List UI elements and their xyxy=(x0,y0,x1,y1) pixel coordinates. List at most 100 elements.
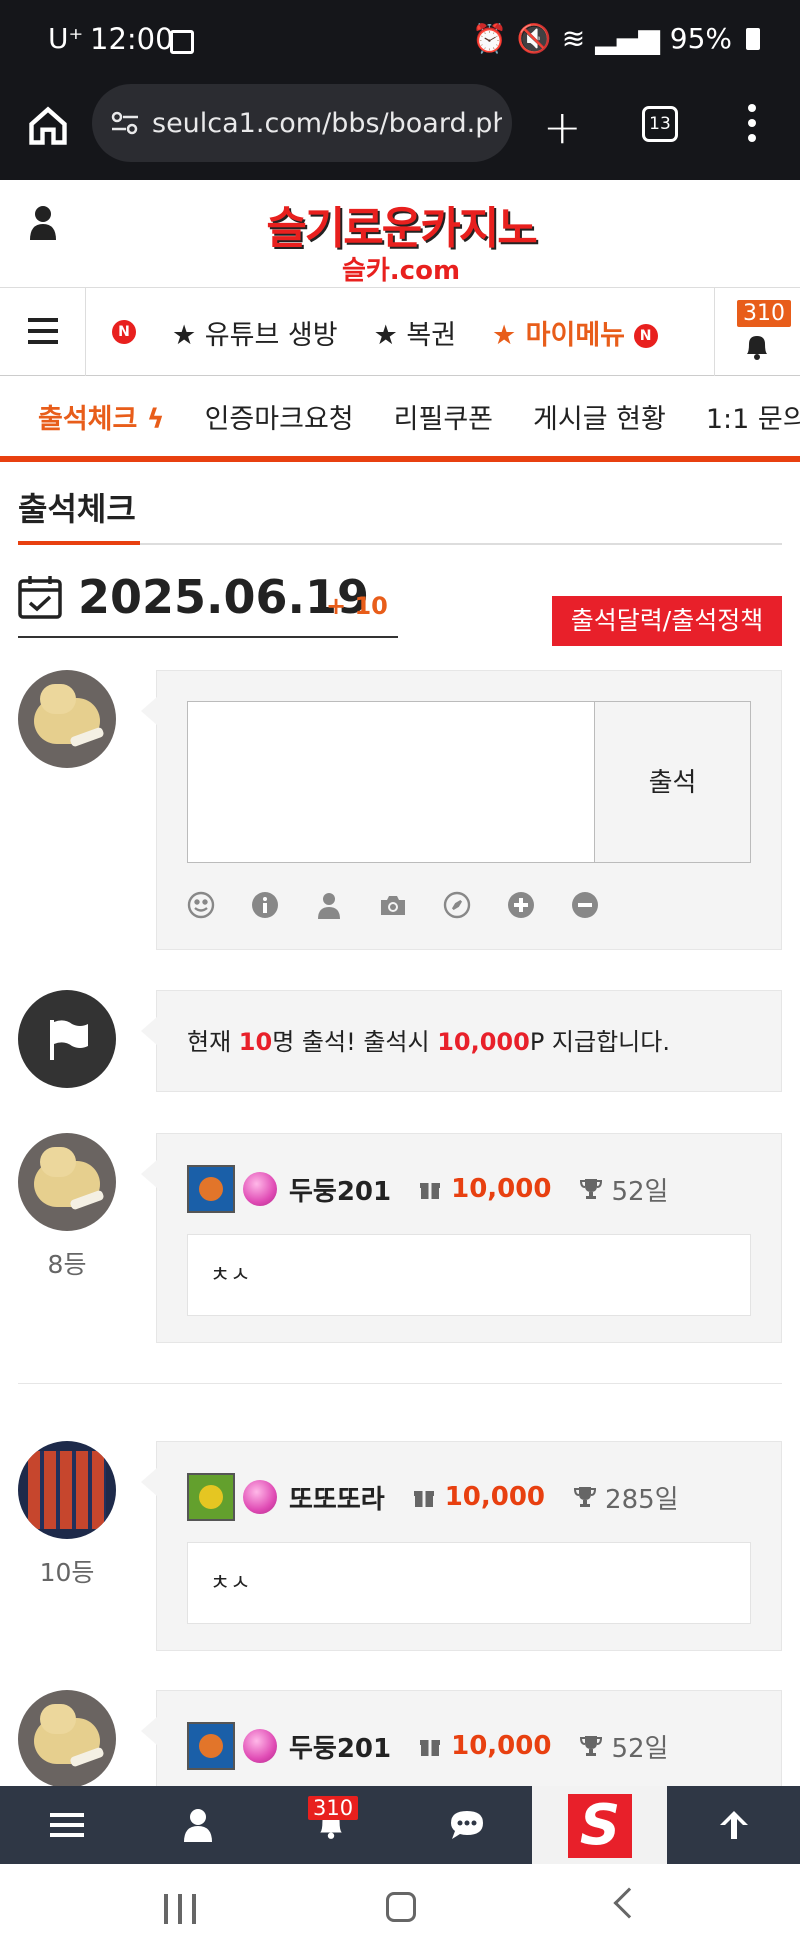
tab-count-button[interactable]: 13 xyxy=(642,106,678,142)
sub-nav-attendance-label: 출석체크 xyxy=(38,403,138,435)
compose-toolbar xyxy=(187,891,599,919)
date-row: 2025.06.19 + 10 xyxy=(18,570,398,638)
entry-meta: 두둥201 10,000 52일 xyxy=(187,1164,668,1214)
status-bar: U⁺ 12:00 ⏰ 🔇 ≋ ▂▄▆ 95% xyxy=(0,0,800,84)
camera-icon[interactable] xyxy=(379,891,407,919)
browser-menu-icon[interactable] xyxy=(748,104,756,149)
new-badge: N xyxy=(112,320,136,344)
site-s-logo-icon: S xyxy=(568,1794,632,1858)
battery-icon xyxy=(746,27,760,50)
sub-nav-inquiry[interactable]: 1:1 문의 xyxy=(706,397,800,436)
user-icon[interactable] xyxy=(315,891,343,919)
entry-days: 52일 xyxy=(611,1176,669,1207)
plus-circle-icon[interactable] xyxy=(507,891,535,919)
user-icon xyxy=(184,1809,212,1842)
notification-count-badge: 310 xyxy=(308,1796,359,1820)
arrow-up-icon xyxy=(720,1811,748,1839)
member-nickname[interactable]: 또또또라 xyxy=(289,1479,385,1516)
url-text[interactable]: seulca1.com/bbs/board.php xyxy=(152,108,502,139)
sub-nav-post-status[interactable]: 게시글 현황 xyxy=(533,397,666,436)
notice-count: 10 xyxy=(238,1028,273,1056)
battery-level: 95% xyxy=(669,22,732,55)
member-avatar-icon xyxy=(187,1722,235,1770)
new-badge: N xyxy=(633,324,658,348)
notice-suffix: P 지급합니다. xyxy=(529,1028,670,1056)
page-title: 출석체크 xyxy=(18,490,136,528)
back-icon[interactable] xyxy=(613,1887,645,1919)
attendance-submit-button[interactable]: 출석 xyxy=(594,701,751,863)
mute-icon: 🔇 xyxy=(516,22,552,55)
gift-icon xyxy=(420,1740,441,1756)
my-avatar xyxy=(18,670,116,768)
wifi-icon: ≋ xyxy=(561,22,586,55)
hamburger-menu-button[interactable] xyxy=(0,288,86,376)
alarm-icon: ⏰ xyxy=(471,22,507,55)
status-icons: ⏰ 🔇 ≋ ▂▄▆ 95% xyxy=(472,22,760,55)
clock: 12:00 xyxy=(90,22,174,56)
bottom-notifications-button[interactable]: 310 xyxy=(266,1786,399,1864)
notice-points: 10,000 xyxy=(437,1028,530,1056)
notice-prefix: 현재 xyxy=(187,1028,239,1056)
lightning-icon: ϟ xyxy=(146,403,165,435)
nav-item-lottery[interactable]: ★ 복권 xyxy=(374,313,456,352)
attendance-entry: 두둥201 10,000 52일 ㅊㅅ xyxy=(141,1133,782,1343)
trophy-icon xyxy=(574,1487,597,1507)
attendance-message-input[interactable] xyxy=(187,701,595,863)
bottom-profile-button[interactable] xyxy=(133,1786,266,1864)
compass-icon[interactable] xyxy=(443,891,471,919)
sub-nav-attendance[interactable]: 출석체크 ϟ xyxy=(38,397,165,436)
entry-meta: 또또또라 10,000 285일 xyxy=(187,1472,679,1522)
entry-avatar[interactable] xyxy=(18,1690,116,1788)
scroll-top-button[interactable] xyxy=(667,1786,800,1864)
chat-icon xyxy=(451,1811,483,1839)
info-icon[interactable] xyxy=(251,891,279,919)
notice-mid: 명 출석! 출석시 xyxy=(272,1028,438,1056)
bottom-menu-button[interactable] xyxy=(0,1786,133,1864)
notifications-button[interactable]: 310 xyxy=(714,288,800,376)
site-settings-icon[interactable] xyxy=(110,111,140,135)
bottom-logo-button[interactable]: S xyxy=(532,1786,667,1864)
attendance-calendar-button[interactable]: 출석달력/출석정책 xyxy=(552,596,782,646)
member-avatar-icon xyxy=(187,1165,235,1213)
trophy-icon xyxy=(580,1736,603,1756)
entry-avatar[interactable] xyxy=(18,1133,116,1231)
recents-icon[interactable] xyxy=(164,1894,206,1928)
entry-points: 10,000 xyxy=(444,1482,546,1512)
flag-icon xyxy=(50,1020,88,1060)
system-navigation-bar xyxy=(0,1864,800,1956)
url-bar[interactable]: seulca1.com/bbs/board.php xyxy=(92,84,512,162)
nav-item-my-menu[interactable]: ★ 마이메뉴 N xyxy=(492,313,658,352)
bottom-chat-button[interactable] xyxy=(399,1786,532,1864)
entry-rank: 8등 xyxy=(47,1250,87,1279)
entry-rank: 10등 xyxy=(39,1558,95,1587)
entry-avatar[interactable] xyxy=(18,1441,116,1539)
new-tab-button[interactable]: + xyxy=(543,100,582,154)
main-nav-items: N ★ 유튜브 생방 ★ 복권 ★ 마이메뉴 N xyxy=(112,288,658,376)
home-button-icon[interactable] xyxy=(386,1892,416,1922)
notice-avatar xyxy=(18,990,116,1088)
entry-message: ㅊㅅ xyxy=(187,1542,751,1624)
user-icon[interactable] xyxy=(28,204,58,240)
minus-circle-icon[interactable] xyxy=(571,891,599,919)
hamburger-icon xyxy=(50,1813,84,1837)
notification-count-badge: 310 xyxy=(737,300,791,327)
attendance-entry: 또또또라 10,000 285일 ㅊㅅ xyxy=(141,1441,782,1651)
title-underline xyxy=(18,541,140,545)
sub-nav-refill-coupon[interactable]: 리필쿠폰 xyxy=(394,397,493,436)
member-avatar-icon xyxy=(187,1473,235,1521)
entry-message: ㅊㅅ xyxy=(187,1234,751,1316)
sub-nav-items: 출석체크 ϟ 인증마크요청 리필쿠폰 게시글 현황 1:1 문의 xyxy=(38,376,800,456)
main-nav: N ★ 유튜브 생방 ★ 복권 ★ 마이메뉴 N 310 xyxy=(0,288,800,376)
signal-icon: ▂▄▆ xyxy=(595,22,660,55)
emoticon-icon[interactable] xyxy=(187,891,215,919)
entry-points: 10,000 xyxy=(451,1731,552,1761)
site-logo[interactable]: 슬기로운카지노 슬카.com xyxy=(256,192,546,286)
member-nickname[interactable]: 두둥201 xyxy=(289,1171,391,1208)
member-nickname[interactable]: 두둥201 xyxy=(289,1728,391,1765)
sub-nav-cert-request[interactable]: 인증마크요청 xyxy=(205,397,354,436)
nav-item-youtube-live[interactable]: ★ 유튜브 생방 xyxy=(172,313,338,352)
entry-meta: 두둥201 10,000 52일 xyxy=(187,1721,668,1771)
browser-toolbar: seulca1.com/bbs/board.php + 13 xyxy=(0,84,800,180)
home-icon[interactable] xyxy=(26,104,70,148)
my-menu-label: ★ 마이메뉴 xyxy=(492,319,626,351)
